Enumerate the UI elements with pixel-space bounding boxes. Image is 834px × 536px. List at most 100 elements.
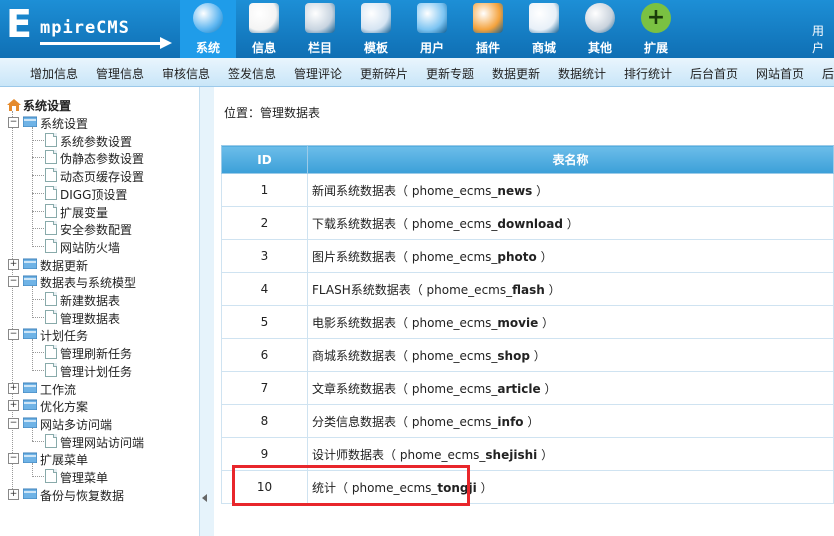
quick-nav-item-11[interactable]: 网站首页 [756, 65, 804, 82]
quick-nav-item-0[interactable]: 增加信息 [30, 65, 78, 82]
tree-item-label: 新建数据表 [60, 294, 121, 308]
table-row[interactable]: 5 电影系统数据表（ phome_ecms_movie ） [221, 305, 834, 339]
collapse-sidebar-icon[interactable] [202, 494, 207, 502]
tree-item-label: 管理数据表 [60, 311, 121, 326]
quick-nav-item-7[interactable]: 数据更新 [492, 65, 540, 82]
menu-item-8[interactable]: + 扩展 [628, 0, 684, 58]
quick-nav-item-4[interactable]: 管理评论 [294, 65, 342, 82]
page-icon [45, 309, 57, 324]
menu-item-label: 其他 [587, 41, 612, 55]
tools-icon [473, 3, 503, 33]
folder-icon [22, 275, 38, 287]
table-name-cell[interactable]: 文章系统数据表（ phome_ecms_article ） [307, 371, 834, 405]
table-id-cell: 1 [221, 173, 308, 207]
folder-icon [22, 452, 38, 464]
collapse-icon[interactable]: − [8, 453, 19, 465]
home-icon [7, 99, 21, 111]
table-row[interactable]: 4 FLASH系统数据表（ phome_ecms_flash ） [221, 272, 834, 306]
quick-nav-item-12[interactable]: 后 [822, 65, 834, 82]
highlight-box [232, 465, 470, 506]
quick-nav-item-5[interactable]: 更新碎片 [360, 65, 408, 82]
menu-item-1[interactable]: 信息 [236, 0, 292, 58]
menu-item-5[interactable]: 插件 [460, 0, 516, 58]
sidebar-tree: 系统设置 − 系统设置 系统参数设置 伪静态参数设置 动态页缓存设置 DIGG顶设置 扩展变量… [0, 87, 199, 536]
menu-item-7[interactable]: 其他 [572, 0, 628, 58]
tree-root-label: 系统设置 [23, 99, 72, 113]
menu-item-0[interactable]: 系统 [180, 0, 236, 58]
sidebar-splitter[interactable] [199, 87, 214, 536]
folder-icon [22, 417, 38, 429]
card-icon [529, 3, 559, 33]
table-db-name: phome_ecms_info [411, 414, 524, 429]
breadcrumb-current[interactable]: 管理数据表 [260, 106, 320, 120]
page-icon [45, 469, 57, 483]
collapse-icon[interactable]: − [8, 329, 19, 341]
tree-item-label: DIGG顶设置 [60, 187, 128, 202]
top-header: E mpireCMS 系统 信息 栏目 模板 用户 插件 商城 其他 + 扩展 用户 [0, 0, 834, 58]
document-edit-icon [249, 3, 279, 33]
table-name-cell[interactable]: 图片系统数据表（ phome_ecms_photo ） [307, 239, 834, 273]
table-row[interactable]: 1 新闻系统数据表（ phome_ecms_news ） [221, 173, 834, 207]
collapse-icon[interactable]: − [8, 117, 19, 128]
table-name-cell[interactable]: FLASH系统数据表（ phome_ecms_flash ） [307, 272, 834, 306]
table-row[interactable]: 8 分类信息数据表（ phome_ecms_info ） [221, 404, 834, 438]
expand-icon[interactable]: + [8, 400, 19, 412]
table-name-cell[interactable]: 下载系统数据表（ phome_ecms_download ） [307, 206, 834, 240]
table-id-cell: 4 [221, 272, 308, 306]
table-display-name: 新闻系统数据表 [312, 183, 397, 198]
table-db-name: phome_ecms_shop [411, 348, 530, 363]
table-row[interactable]: 7 文章系统数据表（ phome_ecms_article ） [221, 371, 834, 405]
table-name-cell[interactable]: 分类信息数据表（ phome_ecms_info ） [307, 404, 834, 438]
quick-nav-item-6[interactable]: 更新专题 [426, 65, 474, 82]
table-db-name: phome_ecms_movie [411, 315, 539, 330]
breadcrumb-label: 位置： [224, 106, 261, 120]
menu-item-label: 用户 [419, 41, 444, 55]
quick-nav-item-9[interactable]: 排行统计 [624, 65, 672, 82]
folder-icon [305, 3, 335, 33]
menu-item-6[interactable]: 商城 [516, 0, 572, 58]
collapse-icon[interactable]: − [8, 417, 19, 429]
tree-group-label: 工作流 [40, 382, 77, 397]
table-name-cell[interactable]: 新闻系统数据表（ phome_ecms_news ） [307, 173, 834, 207]
globe-icon [193, 3, 223, 33]
table-db-name: phome_ecms_shejishi [399, 447, 538, 462]
quick-nav-item-3[interactable]: 签发信息 [228, 65, 276, 82]
quick-nav-item-8[interactable]: 数据统计 [558, 65, 606, 82]
table-display-name: FLASH系统数据表 [312, 282, 411, 297]
page-icon [45, 433, 57, 448]
expand-icon[interactable]: + [8, 258, 19, 270]
table-id-cell: 6 [221, 338, 308, 372]
table-row[interactable]: 3 图片系统数据表（ phome_ecms_photo ） [221, 239, 834, 273]
collapse-icon[interactable]: − [8, 276, 19, 288]
menu-item-label: 信息 [251, 41, 276, 55]
data-table-list: ID 表名称 1 新闻系统数据表（ phome_ecms_news ） 2 下载系统数… [221, 145, 834, 504]
table-display-name: 电影系统数据表 [312, 315, 397, 330]
window-template-icon [361, 3, 391, 33]
user-icon [417, 3, 447, 33]
folder-icon [22, 488, 38, 500]
tree-item-label: 网站防火墙 [60, 240, 121, 255]
quick-nav-item-1[interactable]: 管理信息 [96, 65, 144, 82]
table-row[interactable]: 6 商城系统数据表（ phome_ecms_shop ） [221, 338, 834, 372]
table-db-name: phome_ecms_flash [426, 282, 545, 297]
quick-nav-item-10[interactable]: 后台首页 [690, 65, 738, 82]
menu-item-4[interactable]: 用户 [404, 0, 460, 58]
quick-nav-item-2[interactable]: 审核信息 [162, 65, 210, 82]
table-display-name: 分类信息数据表 [312, 414, 397, 429]
tree-item-label: 伪静态参数设置 [60, 152, 145, 167]
expand-icon[interactable]: + [8, 382, 19, 394]
tree-item-label: 管理计划任务 [60, 364, 133, 379]
user-label[interactable]: 用户 [812, 22, 834, 56]
tree-root[interactable]: 系统设置 [7, 97, 71, 114]
tree-group-label: 数据表与系统模型 [40, 276, 137, 291]
menu-item-3[interactable]: 模板 [348, 0, 404, 58]
expand-icon[interactable]: + [8, 488, 19, 500]
table-id-cell: 5 [221, 305, 308, 339]
table-db-name: phome_ecms_article [411, 381, 541, 396]
menu-item-label: 模板 [363, 41, 388, 55]
menu-item-2[interactable]: 栏目 [292, 0, 348, 58]
table-name-cell[interactable]: 电影系统数据表（ phome_ecms_movie ） [307, 305, 834, 339]
table-display-name: 图片系统数据表 [312, 249, 397, 264]
table-row[interactable]: 2 下载系统数据表（ phome_ecms_download ） [221, 206, 834, 240]
table-name-cell[interactable]: 商城系统数据表（ phome_ecms_shop ） [307, 338, 834, 372]
